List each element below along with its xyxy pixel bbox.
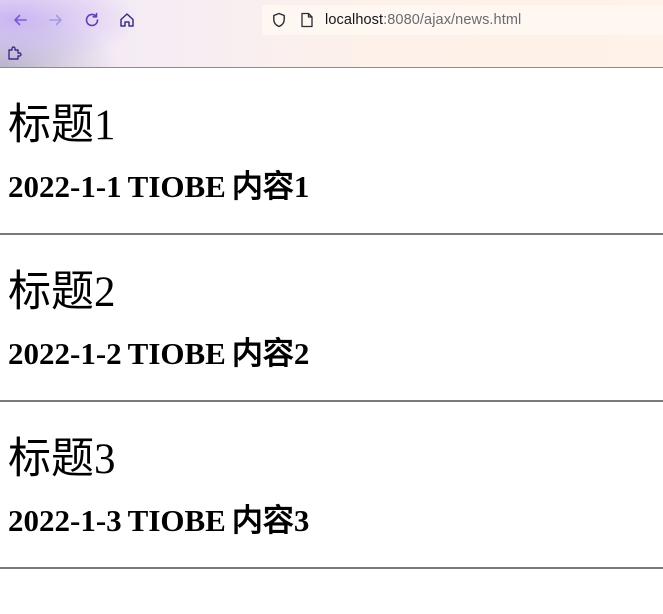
news-item: 标题3 2022-1-3 TIOBE 内容3 — [0, 428, 663, 569]
back-button[interactable] — [9, 9, 31, 31]
divider — [0, 233, 663, 235]
news-meta: 2022-1-1 TIOBE 内容1 — [0, 167, 663, 207]
reload-button[interactable] — [81, 9, 103, 31]
arrow-right-icon — [49, 14, 62, 26]
divider — [0, 400, 663, 402]
news-item: 标题2 2022-1-2 TIOBE 内容2 — [0, 261, 663, 402]
news-content: 内容3 — [231, 503, 310, 538]
browser-toolbar: localhost:8080/ajax/news.html — [0, 0, 663, 68]
home-button[interactable] — [116, 9, 138, 31]
news-content: 内容1 — [231, 169, 310, 204]
puzzle-icon — [8, 46, 22, 60]
news-content: 内容2 — [231, 336, 310, 371]
arrow-left-icon — [14, 14, 27, 26]
url-host: localhost — [325, 12, 384, 28]
news-item: 标题1 2022-1-1 TIOBE 内容1 — [0, 94, 663, 235]
news-title: 标题2 — [8, 269, 116, 316]
home-icon — [120, 13, 134, 27]
url-text[interactable]: localhost:8080/ajax/news.html — [325, 12, 521, 28]
page-content: 标题1 2022-1-1 TIOBE 内容1 标题2 2022-1-2 TIOBE 内容… — [0, 94, 663, 569]
news-date: 2022-1-2 — [8, 336, 122, 371]
news-date: 2022-1-1 — [8, 169, 122, 204]
extensions-button[interactable] — [5, 43, 25, 63]
shield-icon[interactable] — [271, 12, 287, 28]
forward-button[interactable] — [45, 9, 67, 31]
news-source: TIOBE — [127, 169, 226, 204]
news-title: 标题1 — [8, 102, 116, 149]
news-source: TIOBE — [127, 503, 226, 538]
news-title: 标题3 — [8, 436, 116, 483]
reload-icon — [85, 12, 99, 27]
news-meta: 2022-1-3 TIOBE 内容3 — [0, 501, 663, 541]
url-path: :8080/ajax/news.html — [383, 12, 522, 28]
news-meta: 2022-1-2 TIOBE 内容2 — [0, 334, 663, 374]
divider — [0, 567, 663, 569]
news-date: 2022-1-3 — [8, 503, 122, 538]
page-icon[interactable] — [300, 12, 314, 28]
address-bar[interactable]: localhost:8080/ajax/news.html — [262, 5, 663, 35]
news-source: TIOBE — [127, 336, 226, 371]
